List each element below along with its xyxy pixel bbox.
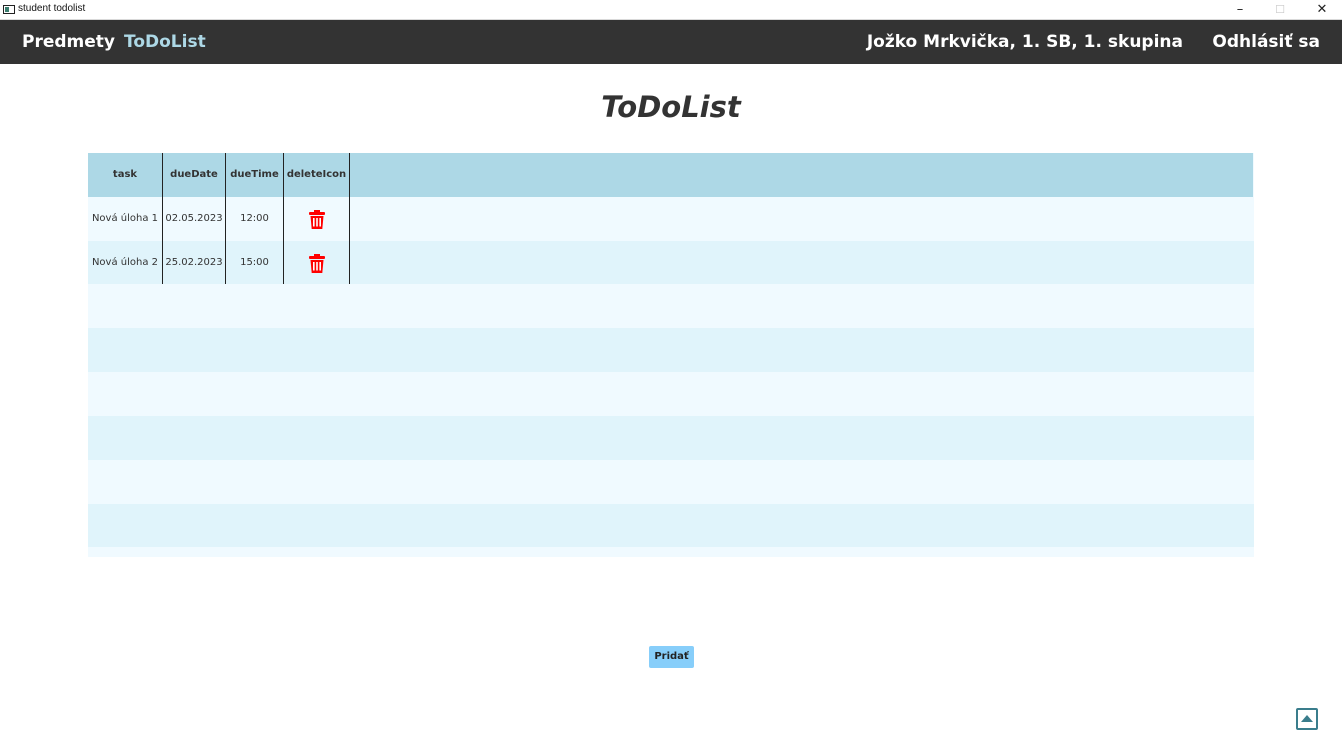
- column-divider[interactable]: [283, 153, 284, 284]
- due-date-cell: 02.05.2023: [165, 213, 223, 224]
- page-title: ToDoList: [601, 90, 741, 124]
- minimize-button[interactable]: –: [1225, 0, 1255, 20]
- app-icon: [3, 5, 15, 14]
- column-header-task[interactable]: task: [88, 153, 162, 197]
- window-title: student todolist: [18, 3, 86, 14]
- empty-row: [88, 416, 1254, 460]
- window-titlebar: student todolist – ☐ ✕: [0, 0, 1342, 20]
- empty-row: [88, 328, 1254, 372]
- column-divider[interactable]: [349, 153, 350, 284]
- add-button[interactable]: Pridať: [649, 646, 694, 668]
- column-header-duedate[interactable]: dueDate: [163, 153, 225, 197]
- due-time-cell: 12:00: [240, 213, 269, 224]
- todo-table: task dueDate dueTime deleteIcon Nová úlo…: [88, 153, 1254, 557]
- navbar: Predmety ToDoList Jožko Mrkvička, 1. SB,…: [0, 20, 1342, 64]
- logout-link[interactable]: Odhlásiť sa: [1212, 20, 1320, 64]
- column-divider[interactable]: [162, 153, 163, 284]
- scroll-top-button[interactable]: [1296, 708, 1318, 730]
- table-row[interactable]: Nová úloha 1 02.05.2023 12:00: [88, 197, 1254, 241]
- empty-row: [88, 372, 1254, 416]
- delete-cell: [284, 241, 349, 285]
- maximize-button[interactable]: ☐: [1265, 0, 1295, 20]
- trash-icon[interactable]: [309, 254, 325, 273]
- empty-row: [88, 504, 1254, 547]
- empty-row: [88, 460, 1254, 504]
- table-row[interactable]: Nová úloha 2 25.02.2023 15:00: [88, 241, 1254, 284]
- due-time-cell: 15:00: [240, 257, 269, 268]
- task-cell: Nová úloha 1: [91, 213, 159, 224]
- column-header-deleteicon[interactable]: deleteIcon: [284, 153, 349, 197]
- nav-item-predmety[interactable]: Predmety: [22, 20, 115, 64]
- empty-row: [88, 547, 1254, 557]
- task-cell: Nová úloha 2: [91, 257, 159, 268]
- arrow-up-icon: [1301, 715, 1313, 722]
- user-info: Jožko Mrkvička, 1. SB, 1. skupina: [866, 32, 1183, 52]
- due-date-cell: 25.02.2023: [165, 257, 223, 268]
- delete-cell: [284, 197, 349, 241]
- column-divider[interactable]: [225, 153, 226, 284]
- column-header-duetime[interactable]: dueTime: [226, 153, 283, 197]
- trash-icon[interactable]: [309, 210, 325, 229]
- table-header: task dueDate dueTime deleteIcon: [88, 153, 1253, 197]
- empty-row: [88, 284, 1254, 328]
- close-button[interactable]: ✕: [1307, 0, 1337, 20]
- nav-item-todolist[interactable]: ToDoList: [124, 20, 206, 64]
